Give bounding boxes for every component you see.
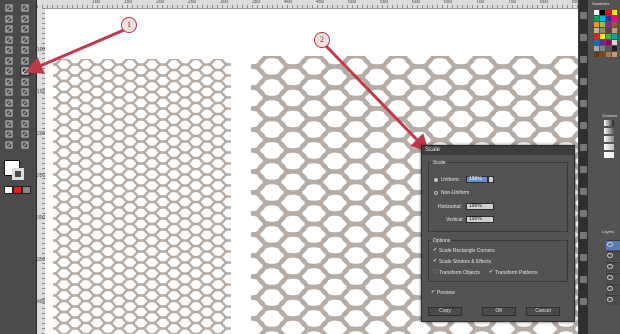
uniform-field-tail [488, 176, 494, 183]
scale-dialog: Scale Scale Uniform: 195% Non-Uniform Ho… [421, 145, 575, 322]
scale-strokes-label: Scale Strokes & Effects [439, 259, 492, 265]
transform-objects-checkbox[interactable]: ☐ [433, 270, 438, 275]
horizontal-label: Horizontal: [438, 204, 462, 210]
scale-rect-corners-checkbox[interactable]: ✔ [433, 248, 438, 253]
copy-button[interactable]: Copy [428, 307, 462, 316]
horizontal-field[interactable]: 195% [466, 203, 494, 210]
uniform-radio[interactable] [434, 178, 438, 182]
vertical-label: Vertical: [446, 217, 464, 223]
non-uniform-radio[interactable] [434, 191, 438, 195]
transform-objects-label: Transform Objects [439, 270, 480, 276]
arrow-to-dialog [324, 44, 430, 153]
ok-button[interactable]: OK [482, 307, 516, 316]
preview-label: Preview [437, 290, 455, 296]
scale-strokes-checkbox[interactable]: ✔ [433, 259, 438, 264]
preview-checkbox[interactable]: ✔ [431, 290, 436, 295]
callout-1: 1 [121, 17, 137, 33]
uniform-field[interactable]: 195% [466, 176, 488, 183]
transform-patterns-label: Transform Patterns [495, 270, 538, 276]
scale-group-label: Scale [432, 160, 447, 166]
vertical-field[interactable]: 195% [466, 216, 494, 223]
scale-rect-corners-label: Scale Rectangle Corners [439, 248, 495, 254]
cancel-button[interactable]: Cancel [526, 307, 560, 316]
uniform-label: Uniform: [441, 177, 460, 183]
options-label: Options [432, 238, 452, 244]
callout-2: 2 [314, 32, 330, 48]
arrow-to-tool [24, 28, 125, 74]
dialog-title: Scale [422, 146, 574, 155]
non-uniform-label: Non-Uniform [441, 190, 470, 196]
transform-patterns-checkbox[interactable]: ✔ [489, 270, 494, 275]
